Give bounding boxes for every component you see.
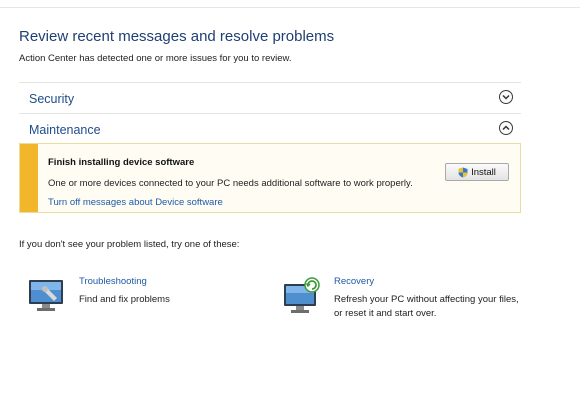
recovery-description: Refresh your PC without affecting your f… <box>334 294 519 319</box>
troubleshooting-description: Find and fix problems <box>79 294 170 305</box>
chevron-down-icon[interactable] <box>499 90 513 104</box>
page-title: Review recent messages and resolve probl… <box>19 28 335 45</box>
device-software-alert: Finish installing device software One or… <box>19 143 521 213</box>
troubleshooting-link[interactable]: Troubleshooting <box>79 276 147 287</box>
shield-icon <box>458 167 468 178</box>
troubleshooting-item[interactable]: Troubleshooting Find and fix problems <box>27 273 247 323</box>
section-maintenance-label: Maintenance <box>29 123 101 137</box>
alert-severity-bar <box>20 144 38 212</box>
section-security[interactable]: Security <box>19 82 521 114</box>
install-button[interactable]: Install <box>445 163 509 181</box>
alert-description: One or more devices connected to your PC… <box>48 178 413 189</box>
top-divider <box>0 7 580 8</box>
turn-off-messages-link[interactable]: Turn off messages about Device software <box>48 197 223 208</box>
install-button-label: Install <box>471 166 496 178</box>
recovery-item[interactable]: Recovery Refresh your PC without affecti… <box>282 273 522 323</box>
troubleshooting-icon <box>27 276 67 316</box>
section-security-label: Security <box>29 92 75 106</box>
help-hint: If you don't see your problem listed, tr… <box>19 239 240 250</box>
recovery-icon <box>282 276 322 316</box>
section-maintenance[interactable]: Maintenance <box>19 113 521 145</box>
chevron-up-icon[interactable] <box>499 121 513 135</box>
page-subtitle: Action Center has detected one or more i… <box>19 53 292 64</box>
alert-title: Finish installing device software <box>48 157 195 168</box>
recovery-link[interactable]: Recovery <box>334 276 374 287</box>
